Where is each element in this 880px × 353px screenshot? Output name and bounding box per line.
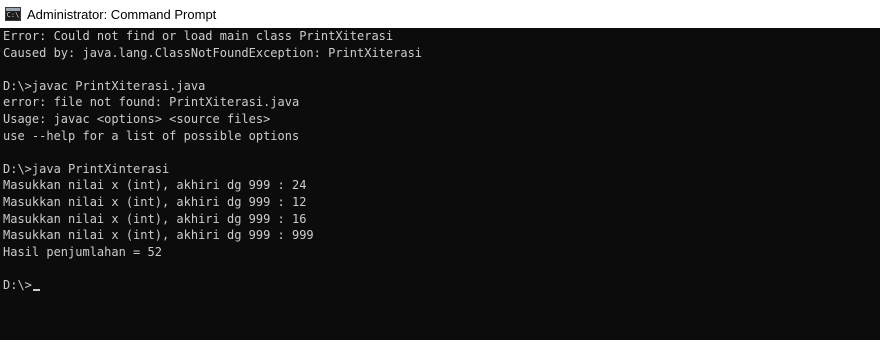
console-line: Error: Could not find or load main class…	[3, 29, 394, 43]
cmd-icon: C:\	[5, 7, 21, 21]
command-prompt-line[interactable]: D:\>	[3, 277, 880, 294]
console-line: error: file not found: PrintXiterasi.jav…	[3, 95, 300, 110]
console-output[interactable]: Error: Could not find or load main class…	[0, 28, 880, 340]
console-line: D:\>java PrintXinterasi	[3, 161, 170, 176]
title-bar[interactable]: C:\ Administrator: Command Prompt	[0, 0, 880, 28]
console-line: use --help for a list of possible option…	[3, 128, 300, 143]
console-line: D:\>javac PrintXiterasi.java	[3, 78, 206, 93]
console-line: Masukkan nilai x (int), akhiri dg 999 : …	[3, 178, 307, 193]
console-line: Caused by: java.lang.ClassNotFoundExcept…	[3, 45, 423, 60]
window-title: Administrator: Command Prompt	[27, 6, 217, 22]
console-line: Masukkan nilai x (int), akhiri dg 999 : …	[3, 228, 314, 243]
console-line: Usage: javac <options> <source files>	[3, 111, 271, 126]
command-prompt-window[interactable]: C:\ Administrator: Command Prompt Error:…	[0, 0, 880, 340]
console-line: Hasil penjumlahan = 52	[3, 244, 162, 259]
cmd-icon-glyph: C:\	[6, 11, 20, 19]
console-line: Masukkan nilai x (int), akhiri dg 999 : …	[3, 211, 307, 226]
prompt-text: D:\>	[3, 277, 32, 292]
console-line: Masukkan nilai x (int), akhiri dg 999 : …	[3, 194, 307, 209]
text-cursor	[32, 288, 40, 291]
